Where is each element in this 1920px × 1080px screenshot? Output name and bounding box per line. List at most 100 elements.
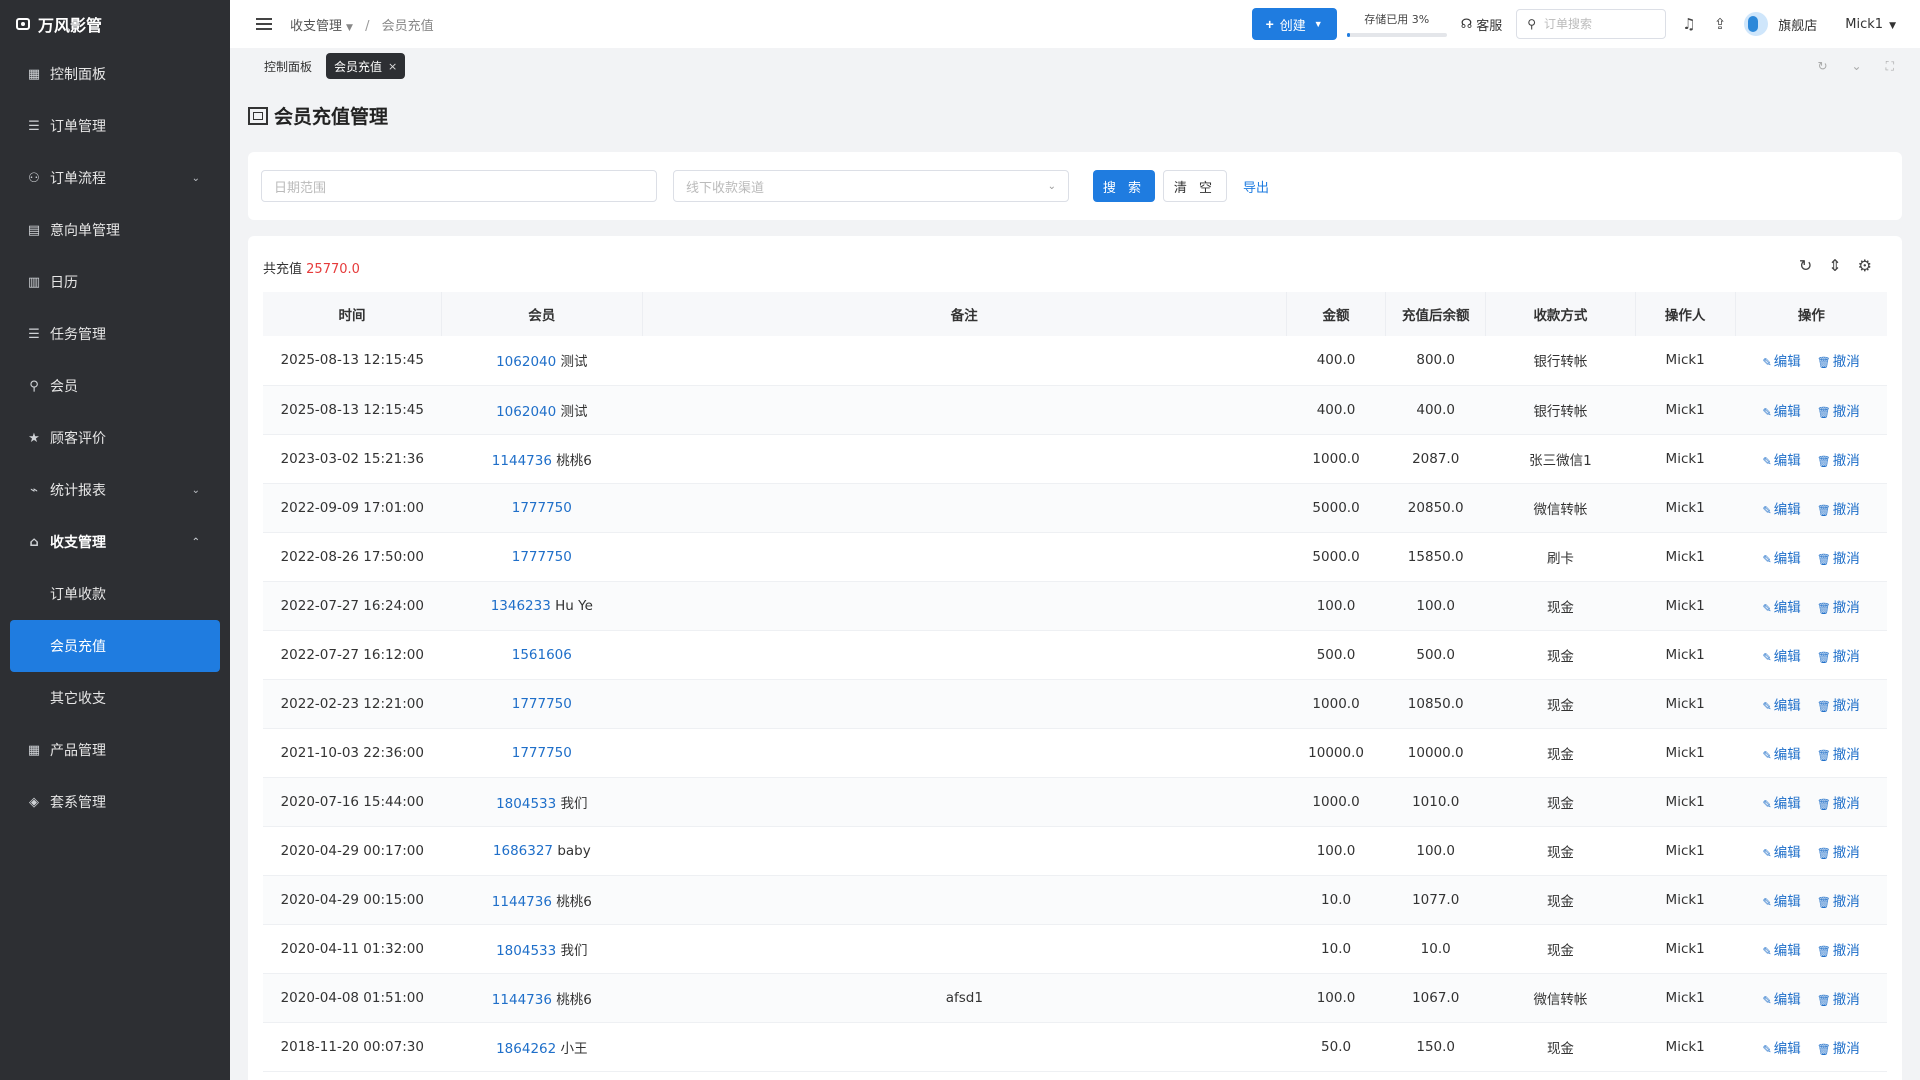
- sidebar-item-11[interactable]: 会员充值: [10, 620, 220, 672]
- sidebar-item-10[interactable]: 订单收款: [0, 568, 230, 620]
- sidebar-item-3[interactable]: ▤ 意向单管理: [0, 204, 230, 256]
- user-menu[interactable]: Mick1 ▼: [1845, 17, 1896, 32]
- channel-select[interactable]: 线下收款渠道 ⌄: [673, 170, 1069, 202]
- revoke-button[interactable]: 🗑 撤消: [1817, 649, 1860, 665]
- revoke-button[interactable]: 🗑 撤消: [1817, 600, 1860, 616]
- revoke-button[interactable]: 🗑 撤消: [1817, 845, 1860, 861]
- member-id-link[interactable]: 1777750: [512, 696, 572, 712]
- tab-1[interactable]: 会员充值 ×: [326, 53, 406, 79]
- cell-time: 2022-08-26 17:50:00: [263, 532, 442, 582]
- cell-member: 1346233 Hu Ye: [441, 581, 643, 631]
- member-id-link[interactable]: 1561606: [512, 647, 572, 663]
- column-header[interactable]: 操作人: [1635, 292, 1736, 336]
- column-height-icon[interactable]: ⇕: [1828, 256, 1841, 275]
- tab-0[interactable]: 控制面板: [256, 53, 320, 79]
- member-id-link[interactable]: 1144736: [492, 453, 552, 469]
- revoke-button[interactable]: 🗑 撤消: [1817, 404, 1860, 420]
- clear-button[interactable]: 清 空: [1163, 170, 1227, 202]
- revoke-button[interactable]: 🗑 撤消: [1817, 551, 1860, 567]
- sidebar-item-5[interactable]: ☰ 任务管理: [0, 308, 230, 360]
- sidebar-item-0[interactable]: ▦ 控制面板: [0, 48, 230, 100]
- edit-button[interactable]: ✎ 编辑: [1763, 354, 1801, 370]
- member-id-link[interactable]: 1804533: [496, 943, 556, 959]
- revoke-button[interactable]: 🗑 撤消: [1817, 1041, 1860, 1057]
- sidebar-item-12[interactable]: 其它收支: [0, 672, 230, 724]
- breadcrumb-parent[interactable]: 收支管理: [290, 19, 342, 34]
- order-search-input[interactable]: [1544, 17, 1655, 31]
- member-id-link[interactable]: 1864262: [496, 1041, 556, 1057]
- revoke-button[interactable]: 🗑 撤消: [1817, 354, 1860, 370]
- edit-button[interactable]: ✎ 编辑: [1763, 404, 1801, 420]
- edit-button[interactable]: ✎ 编辑: [1763, 894, 1801, 910]
- edit-button[interactable]: ✎ 编辑: [1763, 845, 1801, 861]
- edit-button[interactable]: ✎ 编辑: [1763, 992, 1801, 1008]
- date-range-input[interactable]: 日期范围: [261, 170, 657, 202]
- tab-list: 控制面板 会员充值 ×: [256, 53, 411, 79]
- edit-button[interactable]: ✎ 编辑: [1763, 551, 1801, 567]
- refresh-icon[interactable]: ↻: [1799, 256, 1812, 275]
- refresh-icon[interactable]: ↻: [1817, 59, 1827, 73]
- revoke-button[interactable]: 🗑 撤消: [1817, 894, 1860, 910]
- sidebar-item-14[interactable]: ◈ 套系管理: [0, 776, 230, 828]
- search-button[interactable]: 搜 索: [1093, 170, 1155, 202]
- column-header[interactable]: 操作: [1735, 292, 1887, 336]
- chevron-down-icon: ▼: [346, 22, 353, 33]
- revoke-button[interactable]: 🗑 撤消: [1817, 453, 1860, 469]
- sidebar-item-8[interactable]: ⌁ 统计报表 ⌄: [0, 464, 230, 516]
- edit-button[interactable]: ✎ 编辑: [1763, 698, 1801, 714]
- edit-button[interactable]: ✎ 编辑: [1763, 649, 1801, 665]
- upload-icon[interactable]: ⇪: [1714, 15, 1727, 33]
- chevron-down-icon[interactable]: ⌄: [1852, 59, 1862, 73]
- revoke-button[interactable]: 🗑 撤消: [1817, 992, 1860, 1008]
- member-id-link[interactable]: 1062040: [496, 354, 556, 370]
- app-brand[interactable]: 万风影管: [0, 0, 230, 48]
- column-header[interactable]: 会员: [441, 292, 643, 336]
- member-id-link[interactable]: 1144736: [492, 894, 552, 910]
- customer-service-button[interactable]: ☊ 客服: [1461, 15, 1503, 34]
- member-name: Hu Ye: [555, 597, 593, 614]
- edit-button[interactable]: ✎ 编辑: [1763, 796, 1801, 812]
- bell-icon[interactable]: ♫: [1682, 15, 1695, 33]
- member-id-link[interactable]: 1346233: [491, 598, 551, 614]
- cell-amount: 400.0: [1286, 385, 1386, 435]
- sidebar-item-9[interactable]: ⌂ 收支管理 ⌃: [0, 516, 230, 568]
- revoke-button[interactable]: 🗑 撤消: [1817, 796, 1860, 812]
- edit-button[interactable]: ✎ 编辑: [1763, 502, 1801, 518]
- sidebar-item-13[interactable]: ▦ 产品管理: [0, 724, 230, 776]
- sidebar-item-2[interactable]: ⚇ 订单流程 ⌄: [0, 152, 230, 204]
- column-header[interactable]: 时间: [263, 292, 443, 336]
- member-id-link[interactable]: 1062040: [496, 404, 556, 420]
- create-button[interactable]: + 创建 ▼: [1251, 8, 1337, 40]
- edit-label: 编辑: [1773, 795, 1801, 812]
- edit-button[interactable]: ✎ 编辑: [1763, 600, 1801, 616]
- edit-button[interactable]: ✎ 编辑: [1763, 453, 1801, 469]
- sidebar-item-4[interactable]: ▥ 日历: [0, 256, 230, 308]
- member-id-link[interactable]: 1777750: [512, 549, 572, 565]
- column-header[interactable]: 备注: [642, 292, 1288, 336]
- sidebar-item-6[interactable]: ⚲ 会员: [0, 360, 230, 412]
- edit-button[interactable]: ✎ 编辑: [1763, 1041, 1801, 1057]
- revoke-button[interactable]: 🗑 撤消: [1817, 943, 1860, 959]
- fullscreen-icon[interactable]: ⛶: [1886, 59, 1894, 74]
- table-row: 2020-07-16 15:44:00 1804533 我们 1000.0 1010.…: [263, 777, 1887, 827]
- member-id-link[interactable]: 1777750: [512, 745, 572, 761]
- column-header[interactable]: 充值后余额: [1385, 292, 1487, 336]
- edit-button[interactable]: ✎ 编辑: [1763, 943, 1801, 959]
- settings-gear-icon[interactable]: ⚙: [1858, 256, 1872, 275]
- store-name[interactable]: 旗舰店: [1778, 15, 1817, 34]
- member-id-link[interactable]: 1686327: [493, 843, 553, 859]
- edit-button[interactable]: ✎ 编辑: [1763, 747, 1801, 763]
- close-icon[interactable]: ×: [388, 60, 397, 73]
- member-id-link[interactable]: 1804533: [496, 796, 556, 812]
- export-link[interactable]: 导出: [1243, 177, 1269, 196]
- member-id-link[interactable]: 1777750: [512, 500, 572, 516]
- column-header[interactable]: 金额: [1286, 292, 1387, 336]
- sidebar-item-7[interactable]: ★ 顾客评价: [0, 412, 230, 464]
- menu-toggle-icon[interactable]: [256, 15, 272, 33]
- column-header[interactable]: 收款方式: [1485, 292, 1636, 336]
- sidebar-item-1[interactable]: ☰ 订单管理: [0, 100, 230, 152]
- revoke-button[interactable]: 🗑 撤消: [1817, 747, 1860, 763]
- revoke-button[interactable]: 🗑 撤消: [1817, 502, 1860, 518]
- member-id-link[interactable]: 1144736: [492, 992, 552, 1008]
- revoke-button[interactable]: 🗑 撤消: [1817, 698, 1860, 714]
